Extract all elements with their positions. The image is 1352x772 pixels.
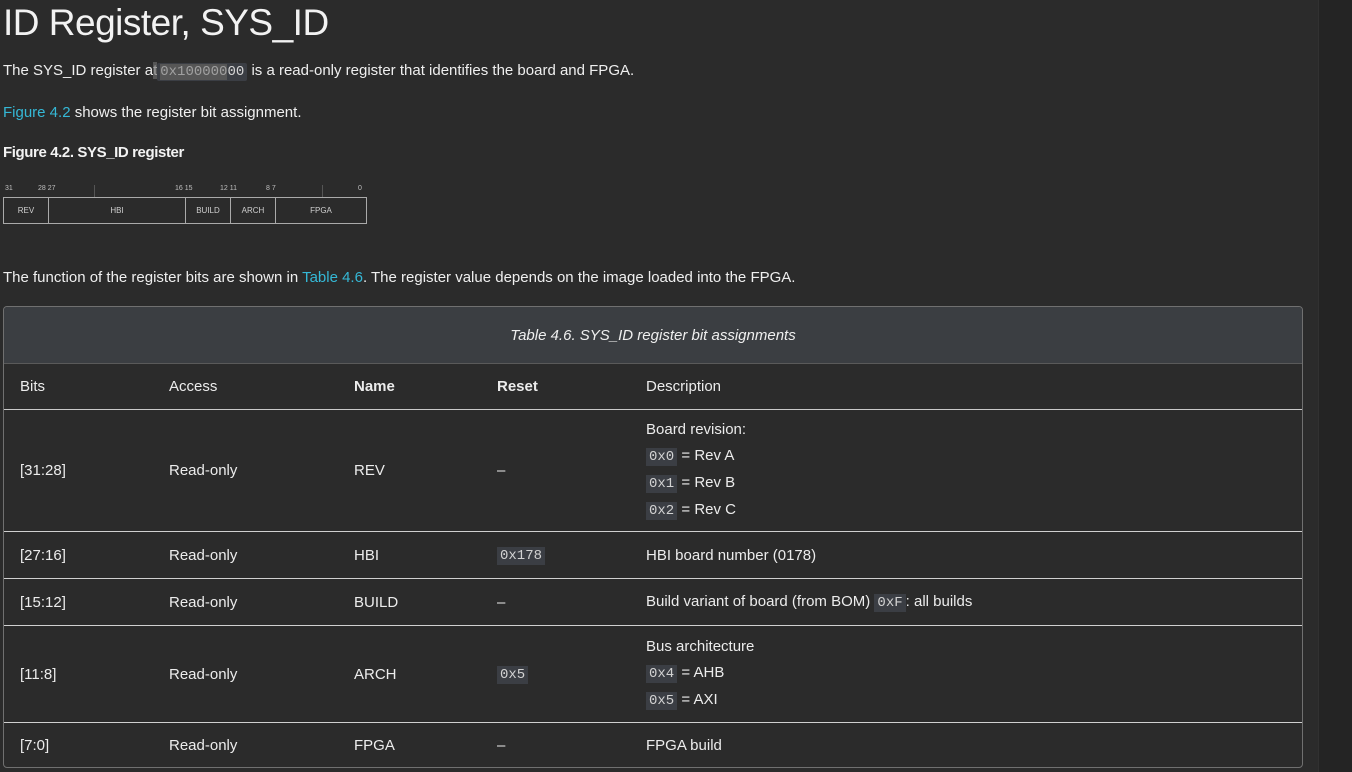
bit-label-0: 0	[358, 185, 362, 192]
field-hbi: HBI	[48, 197, 186, 224]
bit-tick	[94, 185, 95, 197]
address-rest: 00	[227, 64, 245, 80]
desc-code: 0x5	[646, 692, 678, 710]
desc-code: 0x1	[646, 475, 678, 493]
bit-label-31: 31	[5, 185, 13, 192]
table-4-6-link[interactable]: Table 4.6	[302, 269, 363, 286]
desc-title: Board revision:	[646, 421, 747, 438]
intro-suffix: is a read-only register that identifies …	[247, 62, 635, 79]
table-row: [15:12] Read-only BUILD – Build variant …	[4, 578, 1302, 626]
register-table: Bits Access Name Reset Description [31:2…	[4, 364, 1302, 767]
desc-code: 0x0	[646, 448, 678, 466]
function-suffix: . The register value depends on the imag…	[362, 269, 796, 286]
cell-name: REV	[354, 462, 385, 479]
register-diagram: 31 28 27 16 15 12 11 8 7 0 REV HBI BUILD…	[3, 185, 368, 227]
header-name: Name	[338, 364, 481, 410]
bit-label-16-15: 16 15	[175, 185, 193, 192]
cell-access: Read-only	[153, 625, 338, 723]
field-arch: ARCH	[230, 197, 276, 224]
desc-text: = Rev B	[677, 474, 736, 491]
cell-description: FPGA build	[630, 722, 1302, 767]
desc-text: = Rev A	[677, 447, 735, 464]
header-access: Access	[153, 364, 338, 410]
cell-bits: [27:16]	[4, 531, 153, 579]
header-reset: Reset	[481, 364, 630, 410]
cell-reset: –	[481, 722, 630, 767]
figure-4-2-link[interactable]: Figure 4.2	[3, 104, 71, 121]
desc-text: Build variant of board (from BOM)	[646, 593, 875, 610]
cell-access: Read-only	[169, 462, 238, 479]
desc-text: = Rev C	[677, 501, 736, 518]
cell-reset: –	[481, 578, 630, 626]
function-prefix: The function of the register bits are sh…	[3, 269, 303, 286]
desc-text: = AXI	[677, 691, 718, 708]
reset-code: 0x178	[497, 547, 546, 565]
desc-title: Bus architecture	[646, 638, 755, 655]
desc-item: 0x2 = Rev C	[646, 497, 1302, 524]
vertical-scrollbar[interactable]	[1318, 0, 1352, 772]
cell-name: ARCH	[338, 625, 481, 723]
field-rev: REV	[3, 197, 49, 224]
page-title: ID Register, SYS_ID	[3, 2, 329, 43]
cell-bits: [7:0]	[4, 722, 153, 767]
cell-access: Read-only	[153, 722, 338, 767]
desc-code: 0x4	[646, 665, 678, 683]
bit-label-28-27: 28 27	[38, 185, 56, 192]
table-header-row: Bits Access Name Reset Description	[4, 364, 1302, 410]
intro-prefix: The SYS_ID register a	[3, 62, 154, 79]
bit-assignments-table: Table 4.6. SYS_ID register bit assignmen…	[3, 306, 1303, 768]
cell-reset: 0x5	[481, 625, 630, 723]
intro-paragraph: The SYS_ID register at 0x10000000 is a re…	[3, 62, 635, 81]
cell-reset: 0x178	[481, 531, 630, 579]
address-selected[interactable]: 0x100000	[160, 64, 228, 80]
bit-label-8-7: 8 7	[266, 185, 276, 192]
cell-name: BUILD	[338, 578, 481, 626]
cell-reset: –	[497, 462, 506, 479]
desc-item: 0x0 = Rev A	[646, 443, 1302, 470]
table-row: [7:0] Read-only FPGA – FPGA build	[4, 722, 1302, 767]
main-content: ID Register, SYS_ID The SYS_ID register …	[0, 0, 1318, 772]
cell-access: Read-only	[153, 531, 338, 579]
field-fpga: FPGA	[275, 197, 367, 224]
table-row: [27:16] Read-only HBI 0x178 HBI board nu…	[4, 531, 1302, 579]
cell-bits: [31:28]	[20, 462, 66, 479]
reset-code: 0x5	[497, 666, 529, 684]
desc-item: 0x4 = AHB	[646, 660, 1302, 687]
header-description: Description	[630, 364, 1302, 410]
cell-description: Bus architecture 0x4 = AHB 0x5 = AXI	[630, 625, 1302, 723]
desc-text: = AHB	[677, 664, 725, 681]
field-build: BUILD	[185, 197, 231, 224]
bit-label-12-11: 12 11	[220, 185, 237, 192]
figure-title: Figure 4.2. SYS_ID register	[3, 144, 184, 161]
cell-description: HBI board number (0178)	[630, 531, 1302, 579]
desc-item: 0x5 = AXI	[646, 687, 1302, 714]
cell-bits: [15:12]	[4, 578, 153, 626]
cell-description: Board revision: 0x0 = Rev A 0x1 = Rev B …	[630, 410, 1302, 532]
table-row: [31:28] Read-only REV – Board revision: …	[4, 410, 1302, 532]
cell-bits: [11:8]	[4, 625, 153, 723]
figure-ref-text: shows the register bit assignment.	[70, 104, 302, 121]
cell-name: FPGA	[338, 722, 481, 767]
desc-item: 0x1 = Rev B	[646, 470, 1302, 497]
cell-description: Build variant of board (from BOM) 0xF: a…	[630, 578, 1302, 626]
desc-suffix: : all builds	[905, 593, 973, 610]
desc-code: 0x2	[646, 502, 678, 520]
header-bits: Bits	[4, 364, 153, 410]
table-caption: Table 4.6. SYS_ID register bit assignmen…	[4, 307, 1302, 364]
cell-name: HBI	[338, 531, 481, 579]
cell-access: Read-only	[153, 578, 338, 626]
desc-code: 0xF	[874, 594, 906, 612]
register-address[interactable]: 0x10000000	[157, 63, 248, 81]
figure-ref-paragraph: Figure 4.2 shows the register bit assign…	[3, 104, 302, 121]
table-row: [11:8] Read-only ARCH 0x5 Bus architectu…	[4, 625, 1302, 723]
function-paragraph: The function of the register bits are sh…	[3, 269, 795, 286]
bit-tick	[322, 185, 323, 197]
